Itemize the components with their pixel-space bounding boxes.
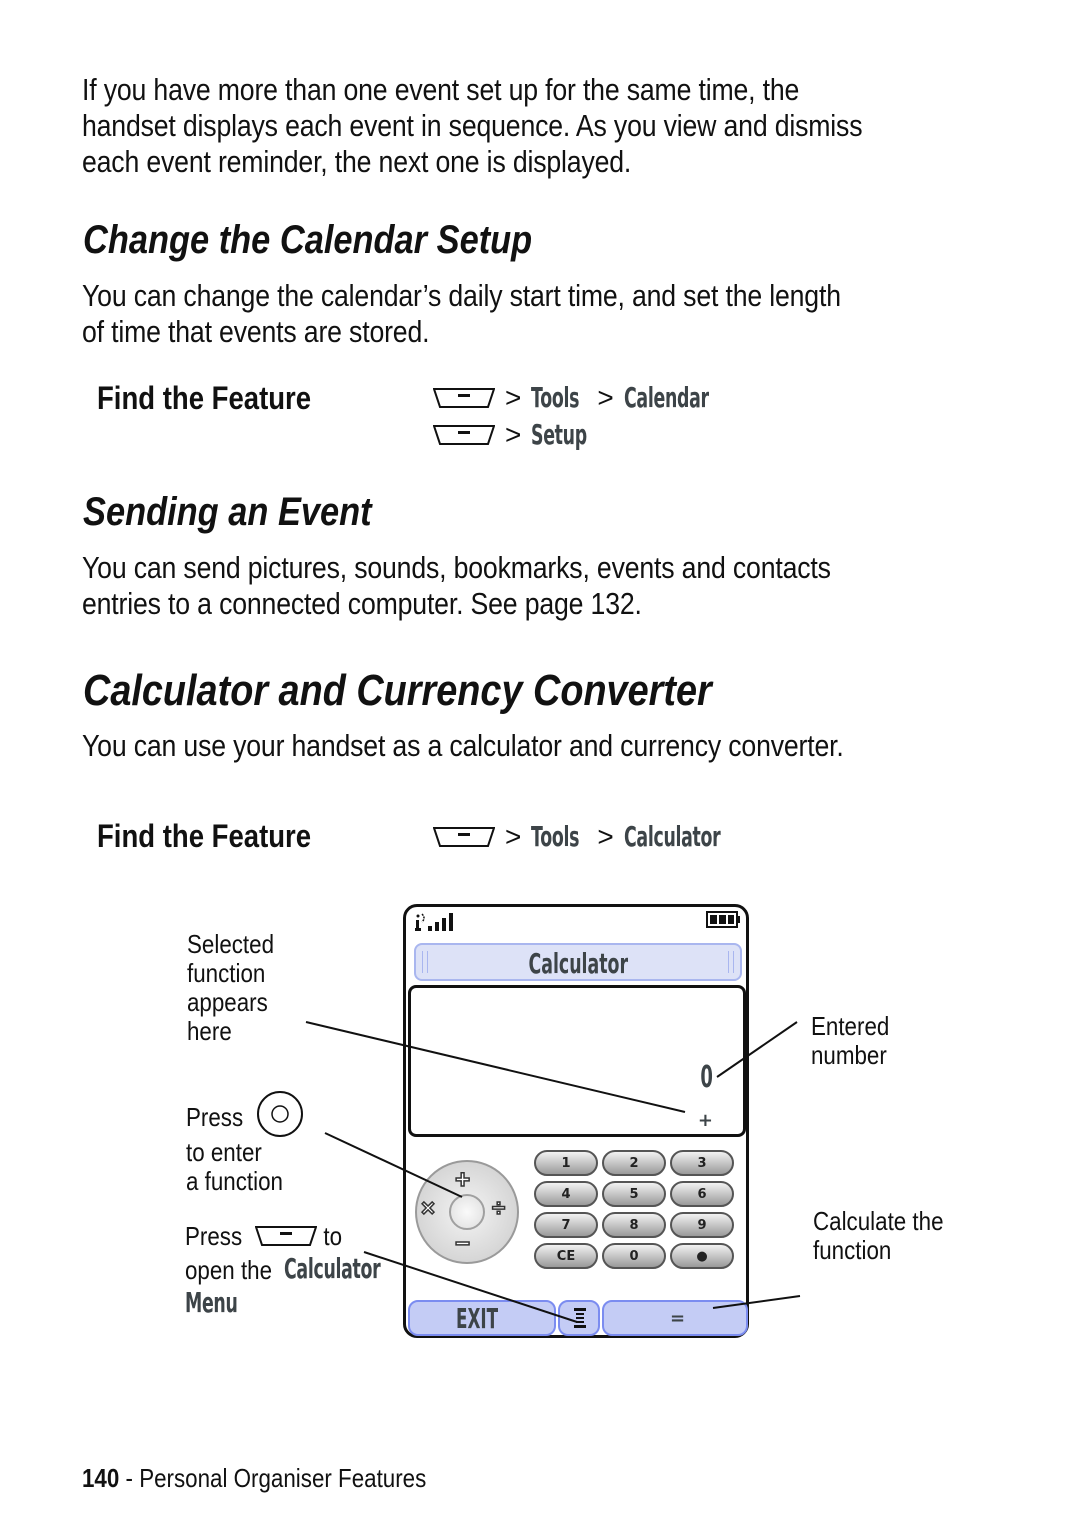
equals-soft-key[interactable]: = (602, 1300, 748, 1336)
calendar-setup-paragraph: You can change the calendar’s daily star… (82, 278, 841, 350)
text-line: You can send pictures, sounds, bookmarks… (82, 550, 831, 585)
selected-function: + (697, 1110, 713, 1131)
text: open the (185, 1255, 273, 1285)
add-function-icon[interactable]: + (454, 1163, 471, 1195)
text-line: You can use your handset as a calculator… (82, 728, 844, 763)
key-1[interactable]: 1 (534, 1150, 598, 1176)
text-line: here (187, 1016, 232, 1046)
page-footer: 140 - Personal Organiser Features (82, 1463, 426, 1494)
key-2[interactable]: 2 (602, 1150, 666, 1176)
key-5[interactable]: 5 (602, 1181, 666, 1207)
sending-event-paragraph: You can send pictures, sounds, bookmarks… (82, 550, 831, 622)
path-separator: > (505, 381, 522, 413)
app-title-bar: Calculator (414, 943, 742, 981)
text-line: to enter (186, 1137, 262, 1167)
entered-number: 0 (700, 1060, 713, 1095)
section-name: Personal Organiser Features (139, 1463, 427, 1493)
feature-path-row: > Tools > Calendar (433, 381, 760, 414)
path-separator: > (505, 820, 522, 852)
path-separator: > (505, 418, 522, 450)
text: Press (185, 1221, 243, 1251)
nav-center-select-button[interactable] (449, 1194, 485, 1230)
key-8[interactable]: 8 (602, 1212, 666, 1238)
text-line: Selected (187, 929, 275, 959)
page-number: 140 (82, 1463, 120, 1493)
multiply-function-icon[interactable]: × (420, 1194, 436, 1223)
path-separator: > (597, 381, 614, 413)
menu-key-icon (433, 826, 495, 848)
calculator-menu-name: Calculator (284, 1252, 440, 1285)
exit-label: EXIT (456, 1302, 499, 1335)
calculator-display: 0 + (408, 985, 746, 1137)
text-line: You can change the calendar’s daily star… (82, 278, 841, 313)
exit-soft-key[interactable]: EXIT (408, 1300, 556, 1336)
callout-entered-number: Entered number (811, 1012, 889, 1070)
key-6[interactable]: 6 (670, 1181, 734, 1207)
equals-label: = (670, 1308, 686, 1329)
intro-paragraph: If you have more than one event set up f… (82, 72, 863, 180)
callout-selected-function: Selected function appears here (187, 930, 274, 1046)
text: Calculator (284, 1252, 381, 1285)
path-item-tools: Tools (531, 381, 580, 414)
nav-key[interactable]: + − × ÷ (415, 1160, 519, 1264)
path-item-calculator: Calculator (623, 820, 721, 853)
path-item-calendar: Calendar (623, 381, 709, 414)
menu-key-icon (255, 1225, 317, 1247)
menu-key-icon (433, 387, 495, 409)
nav-center-key-icon (257, 1091, 303, 1137)
key-9[interactable]: 9 (670, 1212, 734, 1238)
key-0[interactable]: 0 (602, 1243, 666, 1269)
menu-key-icon (433, 424, 495, 446)
key-4[interactable]: 4 (534, 1181, 598, 1207)
battery-icon (706, 911, 740, 928)
text-line: function (187, 958, 266, 988)
callout-press-menu-line2: open the (185, 1256, 272, 1285)
text-line: each event reminder, the next one is dis… (82, 144, 632, 179)
text-line: appears (187, 987, 268, 1017)
key-clear-entry[interactable]: CE (534, 1243, 598, 1269)
text-line: a function (186, 1166, 283, 1196)
text-line: number (811, 1040, 887, 1070)
text-line: Calculate the (813, 1206, 944, 1236)
feature-path-row: > Tools > Calculator (433, 820, 779, 853)
subtract-function-icon[interactable]: − (454, 1227, 471, 1259)
text-line: of time that events are stored. (82, 314, 430, 349)
calculator-menu-name-2: Menu (185, 1286, 270, 1319)
callout-calculate: Calculate the function (813, 1207, 944, 1265)
text: to (323, 1221, 343, 1251)
text: Menu (185, 1286, 238, 1319)
signal-strength-icon (415, 913, 453, 931)
phone-screen-illustration: Calculator 0 + + − × ÷ 1 2 3 4 5 6 7 8 9… (403, 904, 749, 1338)
separator: - (119, 1463, 140, 1493)
text-line: handset displays each event in sequence.… (82, 108, 863, 143)
feature-path-row: > Setup (433, 418, 621, 451)
find-feature-label: Find the Feature (97, 818, 312, 854)
path-separator: > (597, 820, 614, 852)
key-decimal-point[interactable]: ● (670, 1243, 734, 1269)
keypad: 1 2 3 4 5 6 7 8 9 CE 0 ● (534, 1150, 740, 1270)
path-item-tools: Tools (531, 820, 580, 853)
app-title: Calculator (528, 947, 628, 980)
section-heading-calculator: Calculator and Currency Converter (83, 666, 712, 715)
section-heading-sending-event: Sending an Event (83, 490, 372, 534)
calculator-paragraph: You can use your handset as a calculator… (82, 728, 844, 764)
path-item-setup: Setup (531, 418, 588, 451)
menu-soft-key[interactable] (558, 1300, 600, 1336)
key-3[interactable]: 3 (670, 1150, 734, 1176)
key-7[interactable]: 7 (534, 1212, 598, 1238)
text-line: Entered (811, 1011, 890, 1041)
text-line: If you have more than one event set up f… (82, 72, 800, 107)
menu-icon (574, 1308, 586, 1328)
section-heading-calendar-setup: Change the Calendar Setup (83, 218, 533, 262)
find-feature-label: Find the Feature (97, 380, 312, 416)
text-line: entries to a connected computer. See pag… (82, 586, 642, 621)
divide-function-icon[interactable]: ÷ (491, 1194, 506, 1223)
text-line: function (813, 1235, 892, 1265)
